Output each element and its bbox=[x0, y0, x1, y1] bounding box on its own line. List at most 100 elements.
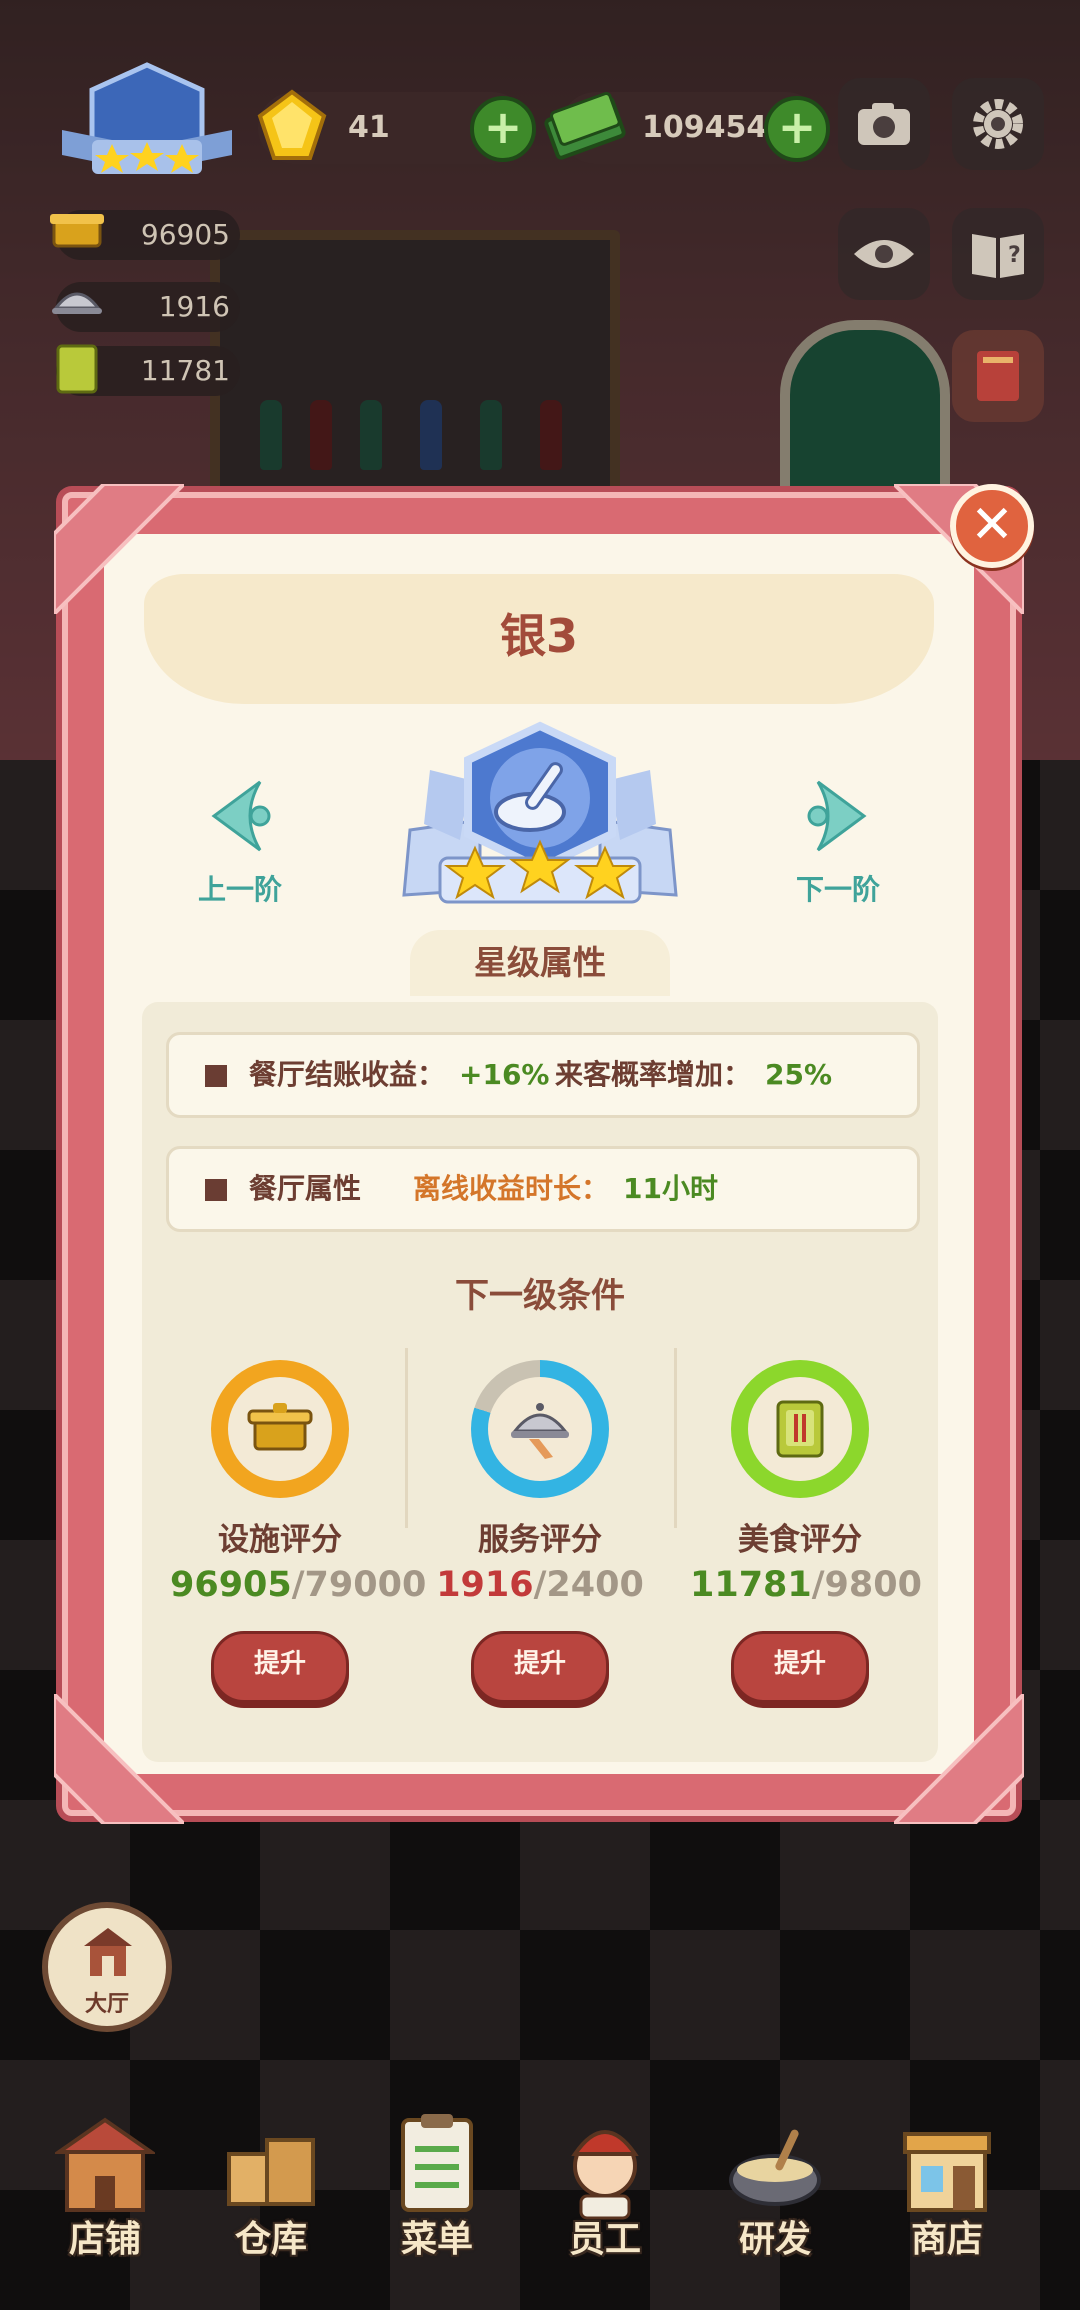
previous-rank-button[interactable]: 上一阶 bbox=[180, 776, 300, 908]
nav-shop[interactable]: 商店 bbox=[872, 2090, 1022, 2310]
nav-store[interactable]: 店铺 bbox=[30, 2090, 180, 2310]
nav-research[interactable]: 研发 bbox=[700, 2090, 850, 2310]
divider bbox=[674, 1348, 677, 1528]
food-requirement: 美食评分 11781/9800 提升 bbox=[690, 1360, 922, 1703]
hall-label: 大厅 bbox=[84, 1992, 129, 2017]
nav-warehouse-label: 仓库 bbox=[234, 2219, 307, 2260]
service-score-progress: 1916/2400 bbox=[430, 1565, 650, 1605]
rank-title: 银3 bbox=[499, 609, 578, 663]
restaurant-attribute-label: 餐厅属性 bbox=[249, 1172, 362, 1205]
facility-score-progress: 96905/79000 bbox=[170, 1565, 426, 1605]
facility-score-hud: 96905 bbox=[50, 210, 240, 260]
next-level-title: 下一级条件 bbox=[455, 1276, 625, 1316]
next-rank-label: 下一阶 bbox=[795, 873, 880, 906]
research-pot-icon bbox=[729, 2129, 821, 2206]
facility-score-value: 96905 bbox=[140, 218, 230, 251]
previous-rank-label: 上一阶 bbox=[197, 873, 282, 906]
food-score-hud: 11781 bbox=[56, 344, 240, 396]
upgrade-food-button[interactable]: 提升 bbox=[731, 1631, 869, 1703]
arrow-right-icon bbox=[807, 780, 867, 852]
shop-icon bbox=[903, 2132, 991, 2212]
facility-score-current: 96905 bbox=[170, 1565, 292, 1605]
food-score-label: 美食评分 bbox=[738, 1522, 862, 1558]
food-score-current: 11781 bbox=[690, 1565, 812, 1605]
bullet-square bbox=[205, 1065, 227, 1087]
service-icon bbox=[52, 292, 102, 314]
camera-button[interactable] bbox=[838, 78, 930, 170]
service-requirement: 服务评分 1916/2400 提升 bbox=[430, 1360, 650, 1703]
add-gems-button[interactable]: + bbox=[470, 96, 536, 162]
facility-progress-ring bbox=[211, 1360, 349, 1498]
cash-count: 109454 bbox=[642, 110, 768, 145]
close-button[interactable]: ✕ bbox=[950, 484, 1034, 568]
gear-icon bbox=[973, 99, 1023, 149]
view-button[interactable] bbox=[838, 208, 930, 300]
corner-ribbon-top-left bbox=[54, 484, 184, 614]
offline-income-label: 离线收益时长： bbox=[413, 1172, 610, 1205]
book-icon bbox=[977, 351, 1019, 401]
next-rank-button[interactable]: 下一阶 bbox=[778, 776, 898, 908]
warehouse-icon bbox=[227, 2138, 315, 2206]
service-progress-ring bbox=[471, 1360, 609, 1498]
bonus-attribute-row: 餐厅结账收益： +16% 来客概率增加： 25% bbox=[166, 1032, 920, 1118]
restaurant-rank-badge[interactable] bbox=[52, 60, 242, 190]
menu-clipboard-icon bbox=[401, 2114, 473, 2212]
eye-icon bbox=[854, 240, 914, 268]
bullet-square bbox=[205, 1179, 227, 1201]
help-book-icon: ? bbox=[972, 234, 1024, 278]
service-score-hud: 1916 bbox=[52, 282, 240, 332]
food-score-value: 11781 bbox=[140, 354, 230, 387]
facility-icon bbox=[50, 214, 104, 248]
staff-chef-icon bbox=[571, 2130, 639, 2220]
cash-counter: 109454 + bbox=[544, 91, 830, 164]
house-icon bbox=[84, 1928, 132, 1976]
nav-staff-label: 员工 bbox=[568, 2219, 641, 2260]
help-guide-button[interactable]: ? bbox=[952, 208, 1044, 300]
checkout-income-value: +16% bbox=[459, 1058, 550, 1091]
nav-store-label: 店铺 bbox=[68, 2219, 141, 2260]
customer-rate-value: 25% bbox=[765, 1058, 833, 1091]
facility-score-target: /79000 bbox=[291, 1565, 427, 1605]
facility-score-label: 设施评分 bbox=[218, 1522, 342, 1558]
nav-shop-label: 商店 bbox=[910, 2219, 983, 2260]
svg-text:?: ? bbox=[1008, 243, 1021, 268]
nav-research-label: 研发 bbox=[738, 2219, 811, 2260]
star-attributes-title: 星级属性 bbox=[410, 930, 670, 996]
service-cloche-icon bbox=[511, 1403, 569, 1459]
service-score-value: 1916 bbox=[158, 290, 230, 323]
facility-icon bbox=[247, 1403, 313, 1451]
store-icon bbox=[55, 2117, 155, 2212]
hall-button[interactable]: 大厅 bbox=[42, 1902, 172, 2032]
service-score-current: 1916 bbox=[436, 1565, 534, 1605]
upgrade-facility-button[interactable]: 提升 bbox=[211, 1631, 349, 1703]
offline-attribute-row: 餐厅属性 离线收益时长： 11小时 bbox=[166, 1146, 920, 1232]
customer-rate-label: 来客概率增加： bbox=[555, 1058, 752, 1091]
recipe-book-button[interactable] bbox=[952, 330, 1044, 422]
food-score-target: /9800 bbox=[811, 1565, 922, 1605]
nav-staff[interactable]: 员工 bbox=[530, 2090, 680, 2310]
gem-icon bbox=[257, 89, 327, 160]
arrow-left-icon bbox=[211, 780, 271, 852]
food-score-progress: 11781/9800 bbox=[690, 1565, 922, 1605]
nav-menu[interactable]: 菜单 bbox=[362, 2090, 512, 2310]
nav-menu-label: 菜单 bbox=[400, 2219, 473, 2260]
nav-warehouse[interactable]: 仓库 bbox=[196, 2090, 346, 2310]
service-score-target: /2400 bbox=[533, 1565, 644, 1605]
divider bbox=[405, 1348, 408, 1528]
silver-rank-badge bbox=[402, 721, 678, 904]
gem-count: 41 bbox=[348, 110, 390, 145]
settings-button[interactable] bbox=[952, 78, 1044, 170]
service-score-label: 服务评分 bbox=[478, 1522, 602, 1558]
offline-income-value: 11小时 bbox=[623, 1172, 718, 1205]
food-icon bbox=[56, 344, 98, 394]
gem-counter: 41 + bbox=[257, 89, 536, 164]
cash-icon bbox=[544, 91, 626, 160]
bottom-navigation: 店铺 仓库 菜单 员工 研发 商店 bbox=[0, 2090, 1080, 2310]
checkout-income-label: 餐厅结账收益： bbox=[249, 1058, 446, 1091]
camera-icon bbox=[858, 103, 910, 145]
facility-requirement: 设施评分 96905/79000 提升 bbox=[170, 1360, 426, 1703]
recipe-book-icon bbox=[776, 1400, 824, 1458]
upgrade-service-button[interactable]: 提升 bbox=[471, 1631, 609, 1703]
add-cash-button[interactable]: + bbox=[764, 96, 830, 162]
food-progress-ring bbox=[731, 1360, 869, 1498]
